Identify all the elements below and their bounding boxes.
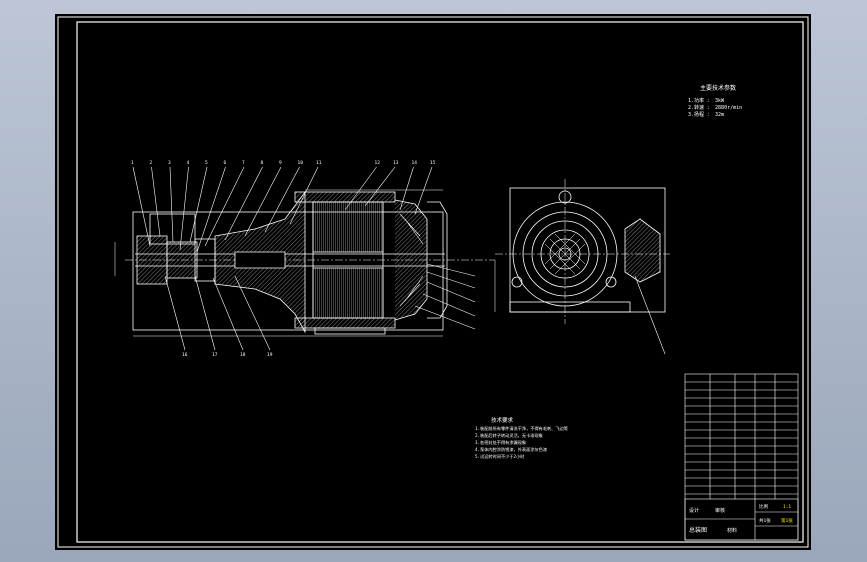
part-number-label: 7 (242, 160, 245, 166)
sheet-count: 共1张 (759, 517, 771, 524)
designer-label: 设计 (689, 507, 699, 514)
part-number-label: 11 (316, 160, 322, 166)
title-block-text: 设计 审核 总装图 材料 比例 1:1 共1张 第1张 (689, 503, 793, 534)
casting-bore (234, 251, 286, 269)
checker-label: 审核 (715, 507, 725, 514)
notes-line: 3.各密封处不得有渗漏现象 (475, 439, 526, 446)
part-number-label: 2 (150, 160, 153, 166)
part-number-label: 13 (393, 160, 399, 166)
part-number-label: 8 (261, 160, 264, 166)
title-block (684, 373, 799, 541)
bom-grid (685, 381, 798, 495)
notes-line: 1.装配前所有零件清洗干净，不得有毛刺、飞边等 (475, 425, 568, 432)
callout-leader (194, 275, 216, 351)
motor-foot (314, 327, 386, 335)
scale-label: 比例 (759, 503, 768, 510)
terminal-box (624, 218, 661, 283)
callout-leader (414, 166, 433, 215)
part-number-label: 9 (279, 160, 282, 166)
part-number-label: 15 (430, 160, 436, 166)
callout-leader (132, 166, 151, 247)
stator-bottom (312, 267, 384, 319)
drawing-name: 总装图 (689, 526, 707, 534)
part-number-label: 17 (212, 352, 218, 358)
cad-drawing: 主要技术参数 1.功率 ： 3kW 2.转速 ： 2880r/min 3.扬程 … (57, 16, 809, 548)
base-plate (509, 301, 631, 313)
notes-line: 5.试运转时间不少于2小时 (475, 453, 525, 460)
callout-leader (189, 166, 208, 243)
notes-line: 4.泵体内腔涂防锈漆，外表面涂灰色漆 (475, 446, 547, 453)
part-number-label: 1 (131, 160, 134, 166)
part-number-label: 10 (298, 160, 304, 166)
sheet-number: 第1张 (781, 517, 793, 524)
params-line: 2.转速 ： 2880r/min (688, 104, 742, 111)
callout-leader (179, 166, 189, 251)
part-number-label: 18 (240, 352, 246, 358)
params-line: 3.扬程 ： 32m (688, 111, 724, 118)
end-view (494, 179, 670, 355)
rear-endcap (394, 199, 428, 321)
material-label: 材料 (727, 527, 737, 534)
housing-bottom (294, 317, 396, 329)
housing-top (294, 191, 396, 203)
pump-head (136, 235, 168, 285)
part-number-label: 5 (205, 160, 208, 166)
callout-leader (212, 277, 244, 351)
leader-terminal (634, 275, 666, 355)
part-number-label: 12 (375, 160, 381, 166)
part-number-label: 6 (224, 160, 227, 166)
tech-params: 主要技术参数 1.功率 ： 3kW 2.转速 ： 2880r/min 3.扬程 … (688, 84, 742, 118)
callout-leader (151, 166, 161, 237)
notes-line: 2.装配后转子转动灵活，无卡滞现象 (475, 432, 543, 439)
part-number-label: 14 (412, 160, 418, 166)
notes-title: 技术要求 (491, 416, 514, 424)
callout-leader (169, 166, 174, 243)
drawing-sheet: 主要技术参数 1.功率 ： 3kW 2.转速 ： 2880r/min 3.扬程 … (55, 14, 811, 550)
seal-housing (166, 241, 198, 279)
callout-leader (164, 275, 186, 351)
params-title: 主要技术参数 (700, 84, 736, 92)
stator-top (312, 201, 384, 253)
scale-value: 1:1 (783, 504, 791, 510)
part-number-label: 4 (187, 160, 190, 166)
params-line: 1.功率 ： 3kW (688, 97, 725, 104)
part-number-label: 19 (267, 352, 273, 358)
part-number-label: 3 (168, 160, 171, 166)
tech-notes: 技术要求 1.装配前所有零件清洗干净，不得有毛刺、飞边等 2.装配后转子转动灵活… (475, 416, 568, 460)
part-number-label: 16 (182, 352, 188, 358)
outer-frame (57, 16, 809, 548)
title-block-frame (684, 373, 799, 541)
bolt-hole-left (511, 276, 523, 288)
